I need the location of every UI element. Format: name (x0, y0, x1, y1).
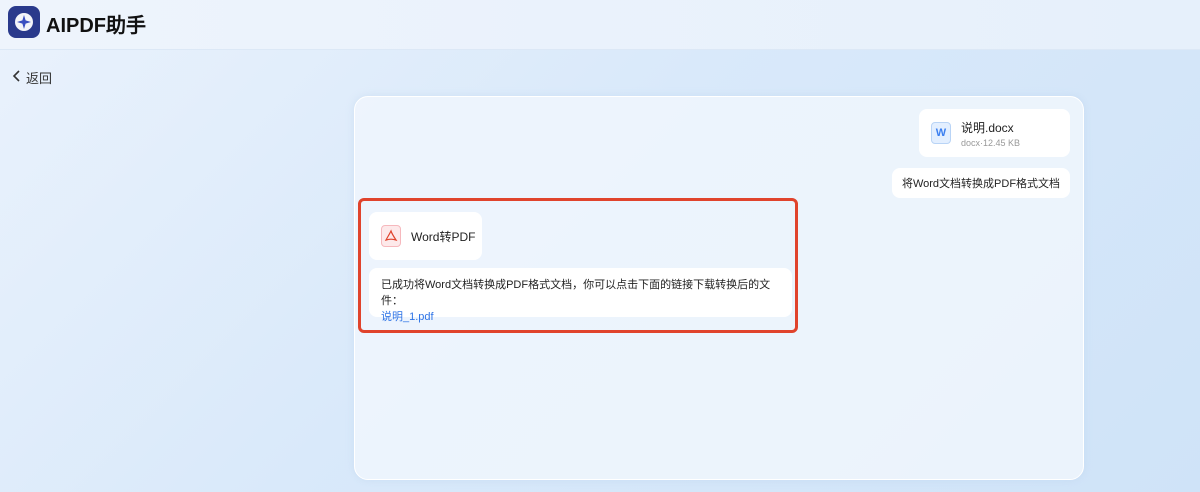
attachment-name: 说明.docx (961, 120, 1014, 135)
attachment-meta: docx·12.45 KB (961, 137, 1021, 148)
back-label: 返回 (26, 71, 53, 86)
top-bar: AIPDF助手 (0, 0, 1200, 50)
back-button[interactable]: 返回 (12, 68, 52, 87)
user-message: 将Word文档转换成PDF格式文档 (892, 168, 1070, 198)
assistant-reply: 已成功将Word文档转换成PDF格式文档，你可以点击下面的链接下载转换后的文件：… (369, 268, 792, 323)
reply-text: 已成功将Word文档转换成PDF格式文档，你可以点击下面的链接下载转换后的文件： (381, 279, 771, 307)
word-file-icon: W (931, 122, 951, 144)
app-title: AIPDF助手 (46, 15, 146, 37)
tool-card[interactable]: Word转PDF (369, 212, 482, 260)
download-link[interactable]: 说明_1.pdf (381, 311, 434, 323)
tool-label: Word转PDF (411, 229, 476, 244)
pdf-file-icon (381, 225, 401, 247)
attachment-card[interactable]: W 说明.docx docx·12.45 KB (919, 109, 1070, 157)
sparkle-logo-icon (8, 6, 40, 38)
chevron-left-icon (12, 70, 22, 85)
